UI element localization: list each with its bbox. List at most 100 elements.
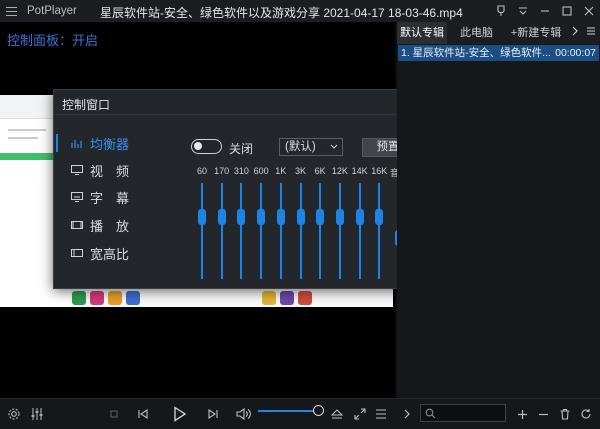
eq-band-label: 16K	[371, 166, 388, 176]
eq-band: 60	[192, 166, 212, 282]
tab-default-album[interactable]: 默认专辑	[397, 22, 447, 44]
playlist-toggle-icon[interactable]	[373, 403, 389, 425]
eq-band-label: 14K	[351, 166, 368, 176]
preset-dropdown-value: (默认)	[285, 141, 316, 153]
toggle-knob	[194, 142, 202, 150]
tab-new-album[interactable]: +新建专辑	[506, 22, 566, 44]
video-frame-thumb	[280, 291, 294, 305]
eq-band-slider[interactable]	[358, 183, 361, 279]
eq-band: 1K	[271, 166, 291, 282]
video-frame-green-bar	[0, 153, 55, 160]
nav-item-label: 均衡器	[90, 136, 130, 152]
minimize-icon[interactable]	[534, 0, 556, 22]
nav-item-playback[interactable]: 播 放	[54, 214, 174, 236]
dialog-title: 控制窗口	[62, 98, 111, 112]
eq-band-handle[interactable]	[355, 208, 364, 225]
eq-band: 600	[251, 166, 271, 282]
menu-icon[interactable]	[6, 0, 24, 22]
eq-band-slider[interactable]	[279, 183, 282, 279]
equalizer-icon	[71, 140, 82, 148]
volume-slider-handle[interactable]	[313, 405, 324, 416]
dialog-divider	[54, 114, 423, 115]
next-icon[interactable]	[204, 403, 222, 425]
control-bar	[0, 398, 600, 429]
eq-band-label: 3K	[294, 166, 306, 176]
playlist-item-title: 1. 星辰软件站-安全、绿色软件...	[401, 47, 551, 59]
eq-band-handle[interactable]	[257, 208, 266, 225]
video-frame-thumb	[126, 291, 140, 305]
eq-band-slider[interactable]	[378, 183, 381, 279]
pin-icon[interactable]	[490, 0, 512, 22]
playlist-expand-icon[interactable]	[400, 403, 414, 425]
eq-band: 16K	[369, 166, 389, 282]
eq-band-slider[interactable]	[220, 183, 223, 279]
repeat-icon[interactable]	[578, 403, 594, 425]
eq-band-slider[interactable]	[338, 183, 341, 279]
play-icon[interactable]	[169, 403, 191, 425]
tab-menu-icon[interactable]	[583, 22, 599, 44]
equalizer-toggle[interactable]	[191, 139, 222, 154]
video-frame-line	[8, 129, 46, 131]
osd-message: 控制面板：开启	[7, 33, 99, 48]
stop-icon[interactable]	[106, 403, 122, 425]
volume-icon[interactable]	[235, 403, 253, 425]
video-frame-line	[8, 137, 38, 139]
previous-icon[interactable]	[134, 403, 152, 425]
nav-item-aspect-ratio[interactable]: 宽高比	[54, 242, 174, 264]
eq-band: 14K	[350, 166, 370, 282]
eq-band: 12K	[330, 166, 350, 282]
eq-band-slider[interactable]	[260, 183, 263, 279]
eq-band-handle[interactable]	[296, 208, 305, 225]
chevron-down-icon	[330, 144, 338, 149]
playlist-search-input[interactable]	[420, 404, 506, 422]
eject-icon[interactable]	[329, 403, 345, 425]
eq-band: 310	[231, 166, 251, 282]
eq-band-label: 12K	[331, 166, 348, 176]
eq-band-label: 1K	[275, 166, 287, 176]
nav-item-label: 播 放	[90, 218, 130, 234]
eq-band-handle[interactable]	[335, 208, 344, 225]
subtitle-icon	[71, 192, 83, 202]
monitor-icon	[71, 165, 83, 175]
nav-item-subtitle[interactable]: 字 幕	[54, 186, 174, 208]
control-panel-dialog: 控制窗口 均衡器 视 频 字 幕 播 放 宽高比 关闭 (默认) 预置 60 17…	[53, 89, 424, 289]
eq-band: 170	[212, 166, 232, 282]
nav-item-label: 宽高比	[90, 246, 130, 262]
eq-band-label: 6K	[314, 166, 326, 176]
settings-gear-icon[interactable]	[5, 403, 23, 425]
aspect-ratio-icon	[71, 249, 83, 257]
remove-icon[interactable]	[535, 403, 551, 425]
volume-slider[interactable]	[258, 410, 318, 412]
eq-band-slider[interactable]	[201, 183, 203, 279]
preset-dropdown[interactable]: (默认)	[279, 138, 343, 156]
tab-this-pc[interactable]: 此电脑	[448, 22, 505, 44]
eq-band-handle[interactable]	[375, 208, 384, 225]
nav-item-equalizer[interactable]: 均衡器	[54, 132, 174, 154]
tab-scroll-right-icon[interactable]	[568, 22, 582, 44]
eq-band-handle[interactable]	[198, 208, 206, 225]
eq-band-handle[interactable]	[237, 208, 246, 225]
eq-band-handle[interactable]	[217, 208, 226, 225]
eq-band-handle[interactable]	[316, 208, 325, 225]
eq-band-label: 60	[196, 166, 207, 176]
window-title: 星辰软件站-安全、绿色软件以及游戏分享 2021-04-17 18-03-46.…	[100, 6, 463, 20]
video-frame-thumb	[298, 291, 312, 305]
close-icon[interactable]	[578, 0, 600, 22]
video-frame-thumb	[108, 291, 122, 305]
eq-band-slider[interactable]	[240, 183, 243, 279]
maximize-icon[interactable]	[556, 0, 578, 22]
playback-icon	[71, 221, 83, 229]
eq-band-slider[interactable]	[299, 183, 302, 279]
title-bar: PotPlayer 星辰软件站-安全、绿色软件以及游戏分享 2021-04-17…	[0, 0, 600, 22]
playlist-item[interactable]: 1. 星辰软件站-安全、绿色软件... 00:00:07	[398, 45, 599, 61]
trash-icon[interactable]	[557, 403, 573, 425]
menu-chevron-icon[interactable]	[512, 0, 534, 22]
add-icon[interactable]	[514, 403, 530, 425]
eq-band-handle[interactable]	[276, 208, 285, 225]
eq-band-label: 170	[214, 166, 230, 176]
equalizer-sliders-icon[interactable]	[28, 403, 46, 425]
nav-item-label: 视 频	[90, 163, 130, 179]
nav-item-video[interactable]: 视 频	[54, 159, 174, 181]
fullscreen-icon[interactable]	[352, 403, 368, 425]
eq-band-slider[interactable]	[319, 183, 322, 279]
